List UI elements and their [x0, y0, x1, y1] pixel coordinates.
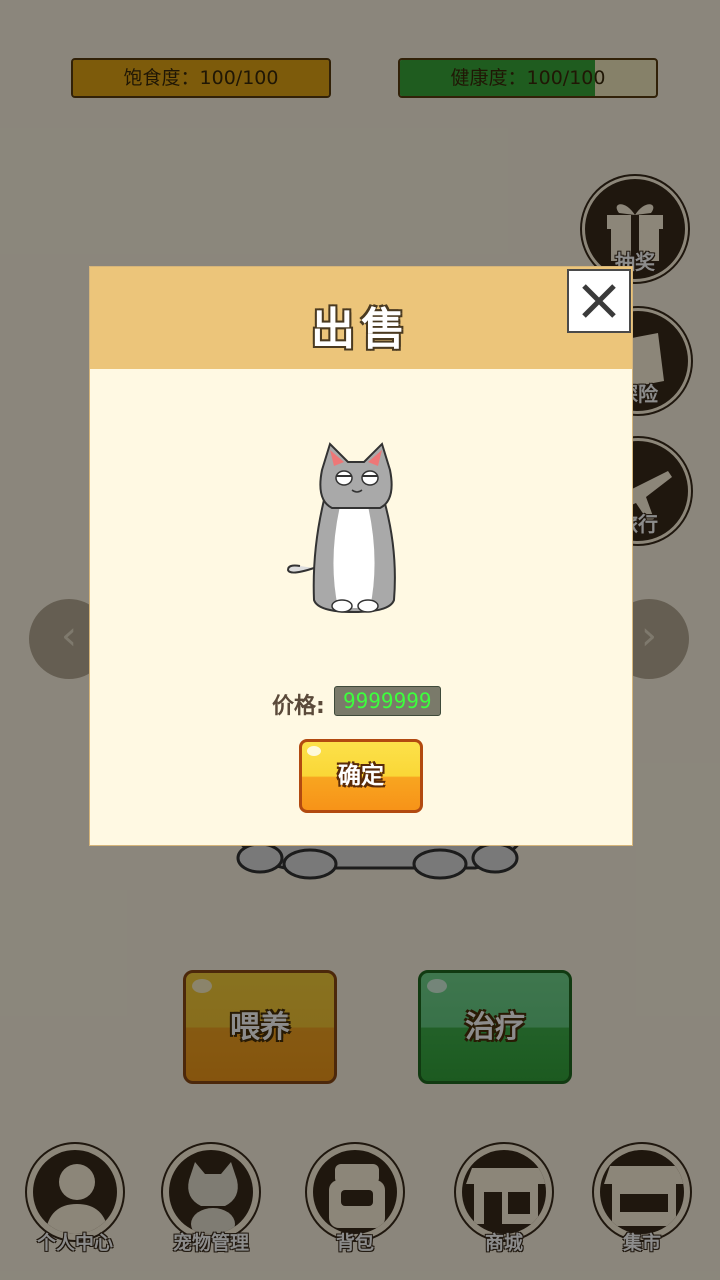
- pet-cat-image: [286, 442, 396, 614]
- close-icon: [582, 284, 616, 318]
- close-button[interactable]: [567, 269, 631, 333]
- button-gloss: [307, 746, 321, 756]
- confirm-label: 确定: [338, 763, 384, 789]
- price-label: 价格:: [272, 694, 325, 719]
- dialog-title: 出售: [311, 304, 411, 355]
- price-value: 9999999: [334, 686, 441, 716]
- confirm-button[interactable]: 确定: [299, 739, 423, 813]
- game-screen: 饱食度：100/100 健康度：100/100 抽奖 探险 旅行 ‹ › 喂养 …: [0, 0, 720, 1280]
- dialog-header: 出售: [90, 267, 632, 369]
